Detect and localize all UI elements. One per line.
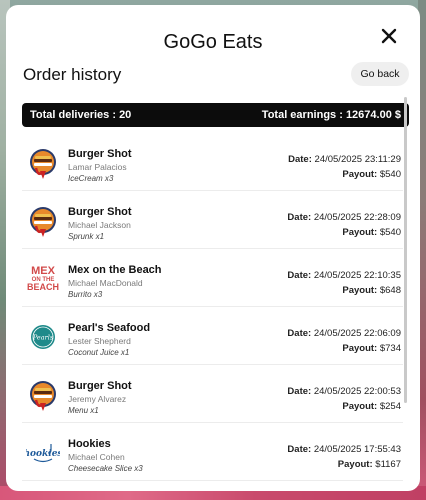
restaurant-name: Burger Shot bbox=[68, 206, 132, 218]
restaurant-name: Mex on the Beach bbox=[68, 264, 162, 276]
go-back-button[interactable]: Go back bbox=[351, 62, 409, 86]
payout-label: Payout: bbox=[337, 459, 373, 470]
order-row[interactable]: MEX ON THE BEACH Mex on the Beach Michae… bbox=[22, 249, 403, 307]
order-row[interactable]: Pearls Pearl's Seafood Lester Shepherd C… bbox=[22, 307, 403, 365]
payout-label: Payout: bbox=[342, 169, 378, 180]
date-value: 24/05/2025 22:06:09 bbox=[313, 328, 401, 339]
order-items: Sprunk x1 bbox=[68, 232, 105, 241]
order-row[interactable]: Burger Shot Michael Jackson Sprunk x1 Da… bbox=[22, 191, 403, 249]
payout-value: $1167 bbox=[375, 459, 401, 470]
payout-value: $254 bbox=[379, 401, 401, 412]
total-earnings-value: 12674.00 $ bbox=[345, 109, 401, 121]
order-row[interactable]: hookies Hookies Michael Cohen Cheesecake… bbox=[22, 423, 403, 481]
order-payout: Payout: $254 bbox=[342, 401, 401, 412]
pearls-logo-text: Pearls bbox=[32, 334, 54, 342]
date-label: Date: bbox=[287, 444, 312, 455]
summary-bar: Total deliveries : 20 Total earnings : 1… bbox=[22, 103, 409, 127]
customer-name: Lester Shepherd bbox=[68, 336, 131, 346]
order-payout: Payout: $1167 bbox=[338, 459, 401, 470]
app-panel: GoGo Eats Order history Go back Total de… bbox=[6, 5, 420, 491]
mex-logo-line1: MEX bbox=[31, 265, 56, 277]
order-payout: Payout: $540 bbox=[342, 169, 401, 180]
order-date: Date: 24/05/2025 23:11:29 bbox=[288, 154, 401, 165]
pearls-seafood-logo-icon: Pearls bbox=[31, 325, 55, 349]
date-value: 24/05/2025 22:28:09 bbox=[313, 212, 401, 223]
order-date: Date: 24/05/2025 22:00:53 bbox=[287, 386, 401, 397]
total-deliveries-value: 20 bbox=[119, 109, 132, 121]
total-earnings: Total earnings : 12674.00 $ bbox=[262, 109, 401, 121]
customer-name: Michael MacDonald bbox=[68, 278, 143, 288]
order-payout: Payout: $734 bbox=[342, 343, 401, 354]
date-value: 24/05/2025 17:55:43 bbox=[313, 444, 401, 455]
page-title: Order history bbox=[23, 65, 122, 84]
total-deliveries: Total deliveries : 20 bbox=[30, 109, 131, 121]
customer-name: Michael Jackson bbox=[68, 220, 131, 230]
total-deliveries-label: Total deliveries : bbox=[30, 109, 120, 121]
mex-on-the-beach-logo-icon: MEX ON THE BEACH bbox=[27, 265, 59, 292]
close-button[interactable] bbox=[379, 26, 399, 46]
order-date: Date: 24/05/2025 22:10:35 bbox=[287, 270, 401, 281]
date-label: Date: bbox=[287, 270, 312, 281]
order-list-scrollbar[interactable] bbox=[404, 97, 407, 403]
order-row[interactable]: Burger Shot Lamar Palacios IceCream x3 D… bbox=[22, 133, 403, 191]
order-items: IceCream x3 bbox=[68, 174, 114, 183]
order-items: Menu x1 bbox=[68, 406, 99, 415]
date-label: Date: bbox=[287, 328, 312, 339]
payout-value: $540 bbox=[379, 227, 401, 238]
customer-name: Lamar Palacios bbox=[68, 162, 127, 172]
payout-label: Payout: bbox=[342, 401, 378, 412]
restaurant-name: Burger Shot bbox=[68, 148, 132, 160]
close-icon bbox=[381, 28, 397, 44]
payout-value: $540 bbox=[379, 169, 401, 180]
date-label: Date: bbox=[287, 212, 312, 223]
order-items: Cheesecake Slice x3 bbox=[68, 464, 143, 473]
date-label: Date: bbox=[288, 154, 312, 165]
restaurant-name: Burger Shot bbox=[68, 380, 132, 392]
order-date: Date: 24/05/2025 22:28:09 bbox=[287, 212, 401, 223]
hookies-logo-text: hookies bbox=[26, 449, 60, 459]
burger-shot-logo-icon bbox=[30, 149, 56, 179]
order-items: Coconut Juice x1 bbox=[68, 348, 130, 357]
customer-name: Jeremy Alvarez bbox=[68, 394, 127, 404]
order-date: Date: 24/05/2025 17:55:43 bbox=[287, 444, 401, 455]
order-date: Date: 24/05/2025 22:06:09 bbox=[287, 328, 401, 339]
date-value: 24/05/2025 22:00:53 bbox=[313, 386, 401, 397]
date-value: 24/05/2025 23:11:29 bbox=[314, 154, 401, 165]
payout-label: Payout: bbox=[342, 343, 378, 354]
order-items: Burrito x3 bbox=[68, 290, 103, 299]
order-row[interactable]: Burger Shot Jeremy Alvarez Menu x1 Date:… bbox=[22, 365, 403, 423]
hookies-logo-icon: hookies bbox=[26, 444, 60, 463]
date-value: 24/05/2025 22:10:35 bbox=[313, 270, 401, 281]
date-label: Date: bbox=[287, 386, 312, 397]
payout-value: $734 bbox=[379, 343, 401, 354]
restaurant-name: Hookies bbox=[68, 438, 111, 450]
order-list[interactable]: Burger Shot Lamar Palacios IceCream x3 D… bbox=[22, 133, 403, 491]
payout-value: $648 bbox=[379, 285, 401, 296]
order-payout: Payout: $648 bbox=[342, 285, 401, 296]
customer-name: Michael Cohen bbox=[68, 452, 125, 462]
restaurant-name: Pearl's Seafood bbox=[68, 322, 151, 334]
burger-shot-logo-icon bbox=[30, 381, 56, 411]
payout-label: Payout: bbox=[342, 285, 378, 296]
order-payout: Payout: $540 bbox=[342, 227, 401, 238]
total-earnings-label: Total earnings : bbox=[261, 109, 346, 121]
burger-shot-logo-icon bbox=[30, 207, 56, 237]
mex-logo-line3: BEACH bbox=[27, 282, 59, 292]
app-title: GoGo Eats bbox=[163, 31, 263, 53]
payout-label: Payout: bbox=[342, 227, 378, 238]
